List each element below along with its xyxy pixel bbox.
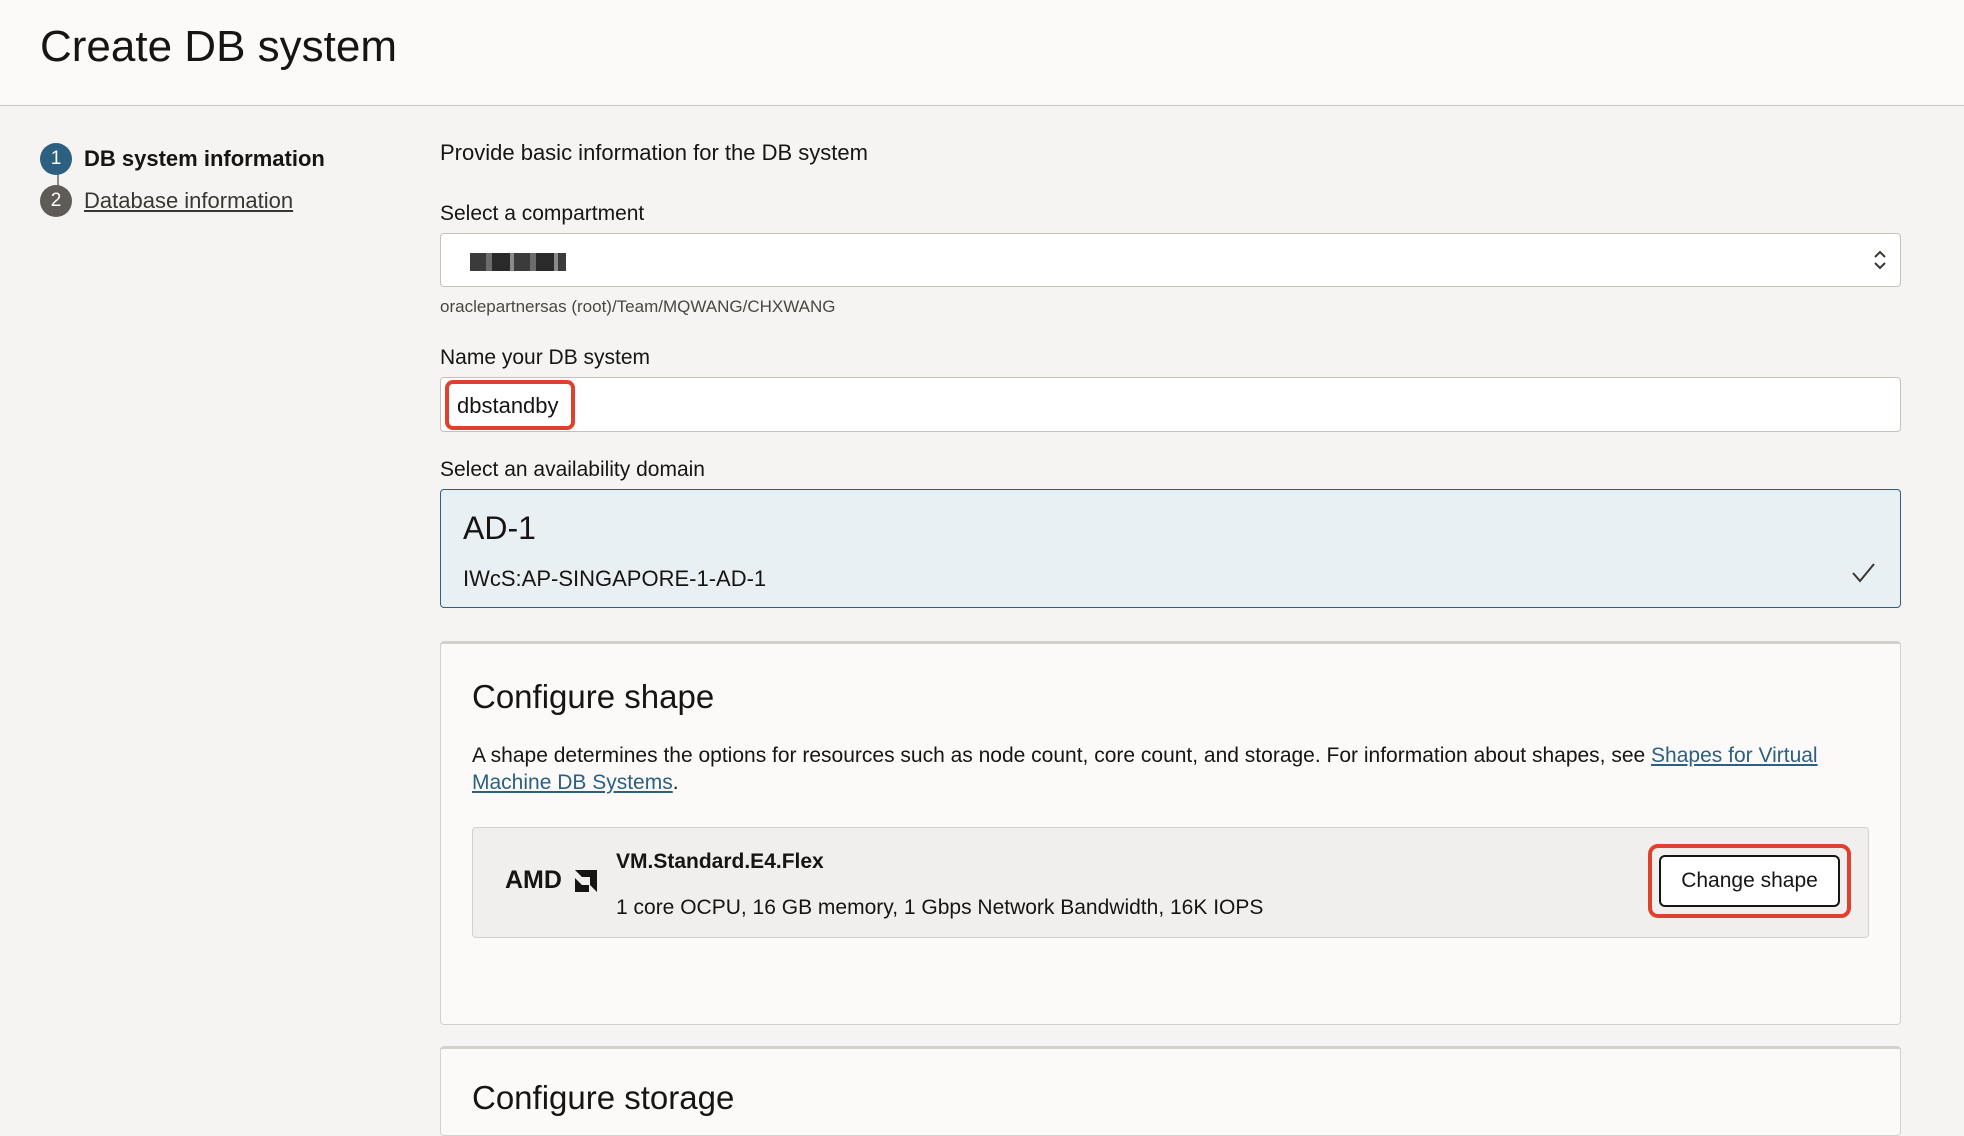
- db-system-name-input[interactable]: dbstandby: [440, 377, 1901, 432]
- description-end: .: [672, 771, 679, 794]
- step-database-information[interactable]: 2 Database information: [40, 180, 370, 222]
- availability-domain-option[interactable]: AD-1 IWcS:AP-SINGAPORE-1-AD-1: [440, 489, 1901, 608]
- compartment-path: oraclepartnersas (root)/Team/MQWANG/CHXW…: [440, 297, 836, 316]
- configure-storage-title: Configure storage: [472, 1079, 735, 1116]
- page-header: Create DB system: [0, 0, 1964, 106]
- selected-shape-card: AMD VM.Standard.E4.Flex 1 core OCPU, 16 …: [472, 827, 1869, 938]
- wizard-steps: 1 DB system information 2 Database infor…: [40, 138, 370, 222]
- change-shape-button[interactable]: Change shape: [1659, 855, 1840, 907]
- db-name-label: Name your DB system: [440, 346, 651, 369]
- ad-subtitle: IWcS:AP-SINGAPORE-1-AD-1: [463, 566, 767, 591]
- step-number: 2: [40, 185, 72, 217]
- configure-shape-description: A shape determines the options for resou…: [472, 742, 1872, 796]
- step-db-system-information[interactable]: 1 DB system information: [40, 138, 370, 180]
- configure-shape-title: Configure shape: [472, 678, 715, 715]
- shape-details: 1 core OCPU, 16 GB memory, 1 Gbps Networ…: [616, 896, 1264, 919]
- page-title: Create DB system: [40, 22, 397, 71]
- step-label[interactable]: Database information: [84, 188, 293, 214]
- configure-storage-panel: Configure storage: [440, 1046, 1901, 1136]
- form-intro: Provide basic information for the DB sys…: [440, 140, 868, 165]
- step-number: 1: [40, 143, 72, 175]
- description-text: A shape determines the options for resou…: [472, 744, 1652, 767]
- annotation-highlight: Change shape: [1648, 844, 1851, 918]
- compartment-label: Select a compartment: [440, 202, 645, 225]
- availability-domain-label: Select an availability domain: [440, 458, 705, 481]
- svg-text:AMD: AMD: [505, 866, 562, 894]
- redacted-value: [470, 253, 566, 271]
- compartment-select[interactable]: [440, 233, 1901, 287]
- amd-logo-icon: AMD: [505, 866, 597, 894]
- chevron-updown-icon: [1874, 250, 1886, 270]
- shape-name: VM.Standard.E4.Flex: [616, 850, 824, 873]
- configure-shape-panel: Configure shape A shape determines the o…: [440, 641, 1901, 1025]
- checkmark-icon: [1852, 563, 1875, 583]
- annotation-highlight: [445, 380, 575, 430]
- ad-title: AD-1: [463, 510, 536, 546]
- step-label: DB system information: [84, 146, 325, 171]
